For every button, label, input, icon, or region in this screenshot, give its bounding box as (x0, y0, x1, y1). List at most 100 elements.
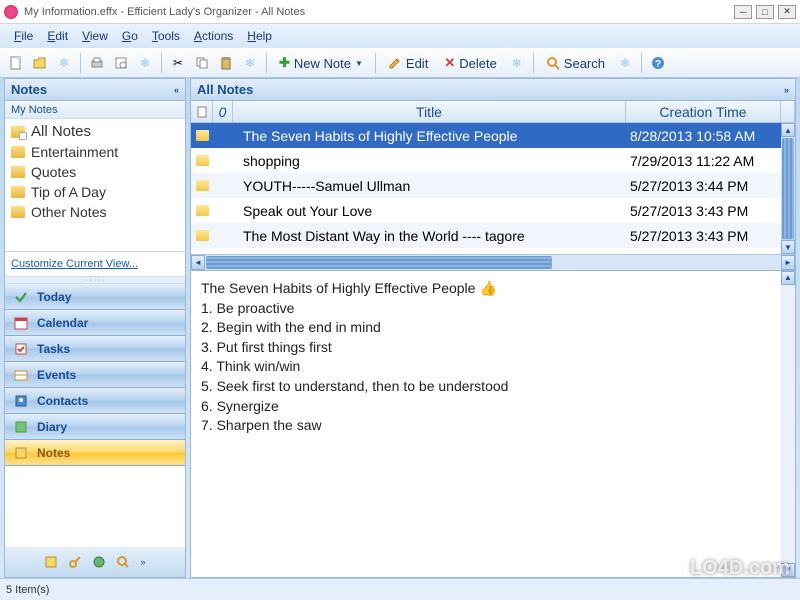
scroll-down-icon[interactable]: ▼ (781, 240, 795, 254)
time-cell: 8/28/2013 10:58 AM (626, 128, 781, 144)
maximize-button[interactable]: □ (756, 5, 774, 19)
menu-go[interactable]: Go (116, 27, 144, 45)
titlebar: My Information.effx - Efficient Lady's O… (0, 0, 800, 24)
new-note-button[interactable]: ✚ New Note ▼ (273, 52, 369, 74)
time-cell: 5/27/2013 3:43 PM (626, 203, 781, 219)
folder-label: Other Notes (31, 204, 106, 220)
content-header-title: All Notes (197, 82, 253, 97)
snowflake-icon[interactable]: ❄ (135, 53, 155, 73)
nav-label: Contacts (37, 394, 88, 408)
snowflake-icon[interactable]: ❄ (54, 53, 74, 73)
notes-icon (13, 445, 29, 461)
copy-icon[interactable] (192, 53, 212, 73)
preview-line: 5. Seek first to understand, then to be … (201, 377, 785, 397)
search-button[interactable]: Search (540, 52, 611, 74)
nav-events[interactable]: Events (5, 362, 185, 388)
paste-icon[interactable] (216, 53, 236, 73)
folder-icon (11, 186, 25, 198)
folder-item[interactable]: Entertainment (5, 142, 185, 162)
preview-line: 4. Think win/win (201, 357, 785, 377)
menu-help[interactable]: Help (241, 27, 278, 45)
delete-button[interactable]: ✕ Delete (438, 52, 502, 74)
nav-contacts[interactable]: Contacts (5, 388, 185, 414)
menu-file[interactable]: File (8, 27, 39, 45)
nav-calendar[interactable]: Calendar (5, 310, 185, 336)
close-button[interactable]: ✕ (778, 5, 796, 19)
scroll-up-icon[interactable]: ▲ (781, 123, 795, 137)
sidebar-subheader: My Notes (5, 101, 185, 119)
app-icon (4, 5, 18, 19)
nav-notes[interactable]: Notes (5, 440, 185, 466)
snowflake-icon[interactable]: ❄ (240, 53, 260, 73)
scroll-thumb[interactable] (782, 138, 794, 239)
snowflake-icon[interactable]: ❄ (615, 53, 635, 73)
folder-item[interactable]: Quotes (5, 162, 185, 182)
col-title-header[interactable]: Title (233, 101, 626, 122)
help-icon[interactable]: ? (648, 53, 668, 73)
nav-label: Events (37, 368, 76, 382)
more-icon[interactable]: » (140, 557, 145, 567)
search-icon[interactable] (116, 555, 130, 569)
folder-icon (11, 206, 25, 218)
key-icon[interactable] (68, 555, 82, 569)
shortcut-icon[interactable] (44, 555, 58, 569)
table-row[interactable]: YOUTH-----Samuel Ullman5/27/2013 3:44 PM (191, 173, 781, 198)
menu-edit[interactable]: Edit (41, 27, 74, 45)
col-time-header[interactable]: Creation Time (626, 101, 781, 122)
preview-line: 7. Sharpen the saw (201, 416, 785, 436)
table-row[interactable]: shopping7/29/2013 11:22 AM (191, 148, 781, 173)
sidebar-header: Notes (11, 82, 47, 97)
title-cell: YOUTH-----Samuel Ullman (233, 178, 626, 194)
scroll-right-icon[interactable]: ► (781, 255, 795, 270)
vertical-scrollbar[interactable]: ▲ ▼ (781, 123, 795, 254)
snowflake-icon[interactable]: ❄ (507, 53, 527, 73)
table-row[interactable]: Speak out Your Love5/27/2013 3:43 PM (191, 198, 781, 223)
note-icon (191, 155, 213, 166)
preview-line: 6. Synergize (201, 397, 785, 417)
hscroll-thumb[interactable] (206, 256, 552, 269)
menubar: FileEditViewGoToolsActionsHelp (0, 24, 800, 48)
nav-today[interactable]: Today (5, 284, 185, 310)
menu-view[interactable]: View (76, 27, 114, 45)
col-icon-header[interactable] (191, 101, 213, 122)
cut-icon[interactable]: ✂ (168, 53, 188, 73)
expand-icon[interactable]: » (784, 85, 789, 95)
title-cell: shopping (233, 153, 626, 169)
splitter-grip[interactable]: · · · · · (5, 276, 185, 284)
table-row[interactable]: The Seven Habits of Highly Effective Peo… (191, 123, 781, 148)
sidebar: Notes « My Notes All Notes EntertainmentQ… (4, 78, 186, 578)
globe-icon[interactable] (92, 555, 106, 569)
preview-line: 2. Begin with the end in mind (201, 318, 785, 338)
print-icon[interactable] (87, 53, 107, 73)
toolbar: ❄ ❄ ✂ ❄ ✚ New Note ▼ Edit ✕ Delete ❄ Sea… (0, 48, 800, 78)
preview-icon[interactable] (111, 53, 131, 73)
nav-diary[interactable]: Diary (5, 414, 185, 440)
edit-button[interactable]: Edit (382, 52, 434, 74)
delete-label: Delete (459, 56, 497, 71)
horizontal-scrollbar[interactable]: ◄ ► (191, 254, 795, 270)
folder-item[interactable]: All Notes (5, 121, 185, 142)
nav-label: Today (37, 290, 71, 304)
table-row[interactable]: The Most Distant Way in the World ---- t… (191, 223, 781, 248)
tasks-icon (13, 341, 29, 357)
minimize-button[interactable]: ─ (734, 5, 752, 19)
menu-tools[interactable]: Tools (146, 27, 186, 45)
scroll-left-icon[interactable]: ◄ (191, 255, 205, 270)
folder-item[interactable]: Tip of A Day (5, 182, 185, 202)
folder-label: All Notes (31, 123, 91, 140)
nav-label: Diary (37, 420, 67, 434)
collapse-icon[interactable]: « (174, 85, 179, 95)
menu-actions[interactable]: Actions (188, 27, 239, 45)
window-title: My Information.effx - Efficient Lady's O… (24, 6, 305, 18)
customize-view-link[interactable]: Customize Current View... (5, 251, 185, 276)
col-attach-header[interactable]: 0 (213, 101, 233, 122)
folder-item[interactable]: Other Notes (5, 202, 185, 222)
watermark: LO4D.com (690, 557, 790, 580)
preview-scrollbar[interactable]: ▲ ▼ (781, 271, 795, 577)
open-icon[interactable] (30, 53, 50, 73)
scroll-up-icon[interactable]: ▲ (781, 271, 795, 285)
time-cell: 5/27/2013 3:44 PM (626, 178, 781, 194)
new-file-icon[interactable] (6, 53, 26, 73)
nav-tasks[interactable]: Tasks (5, 336, 185, 362)
sidebar-shortcut-icons: » (5, 547, 185, 577)
